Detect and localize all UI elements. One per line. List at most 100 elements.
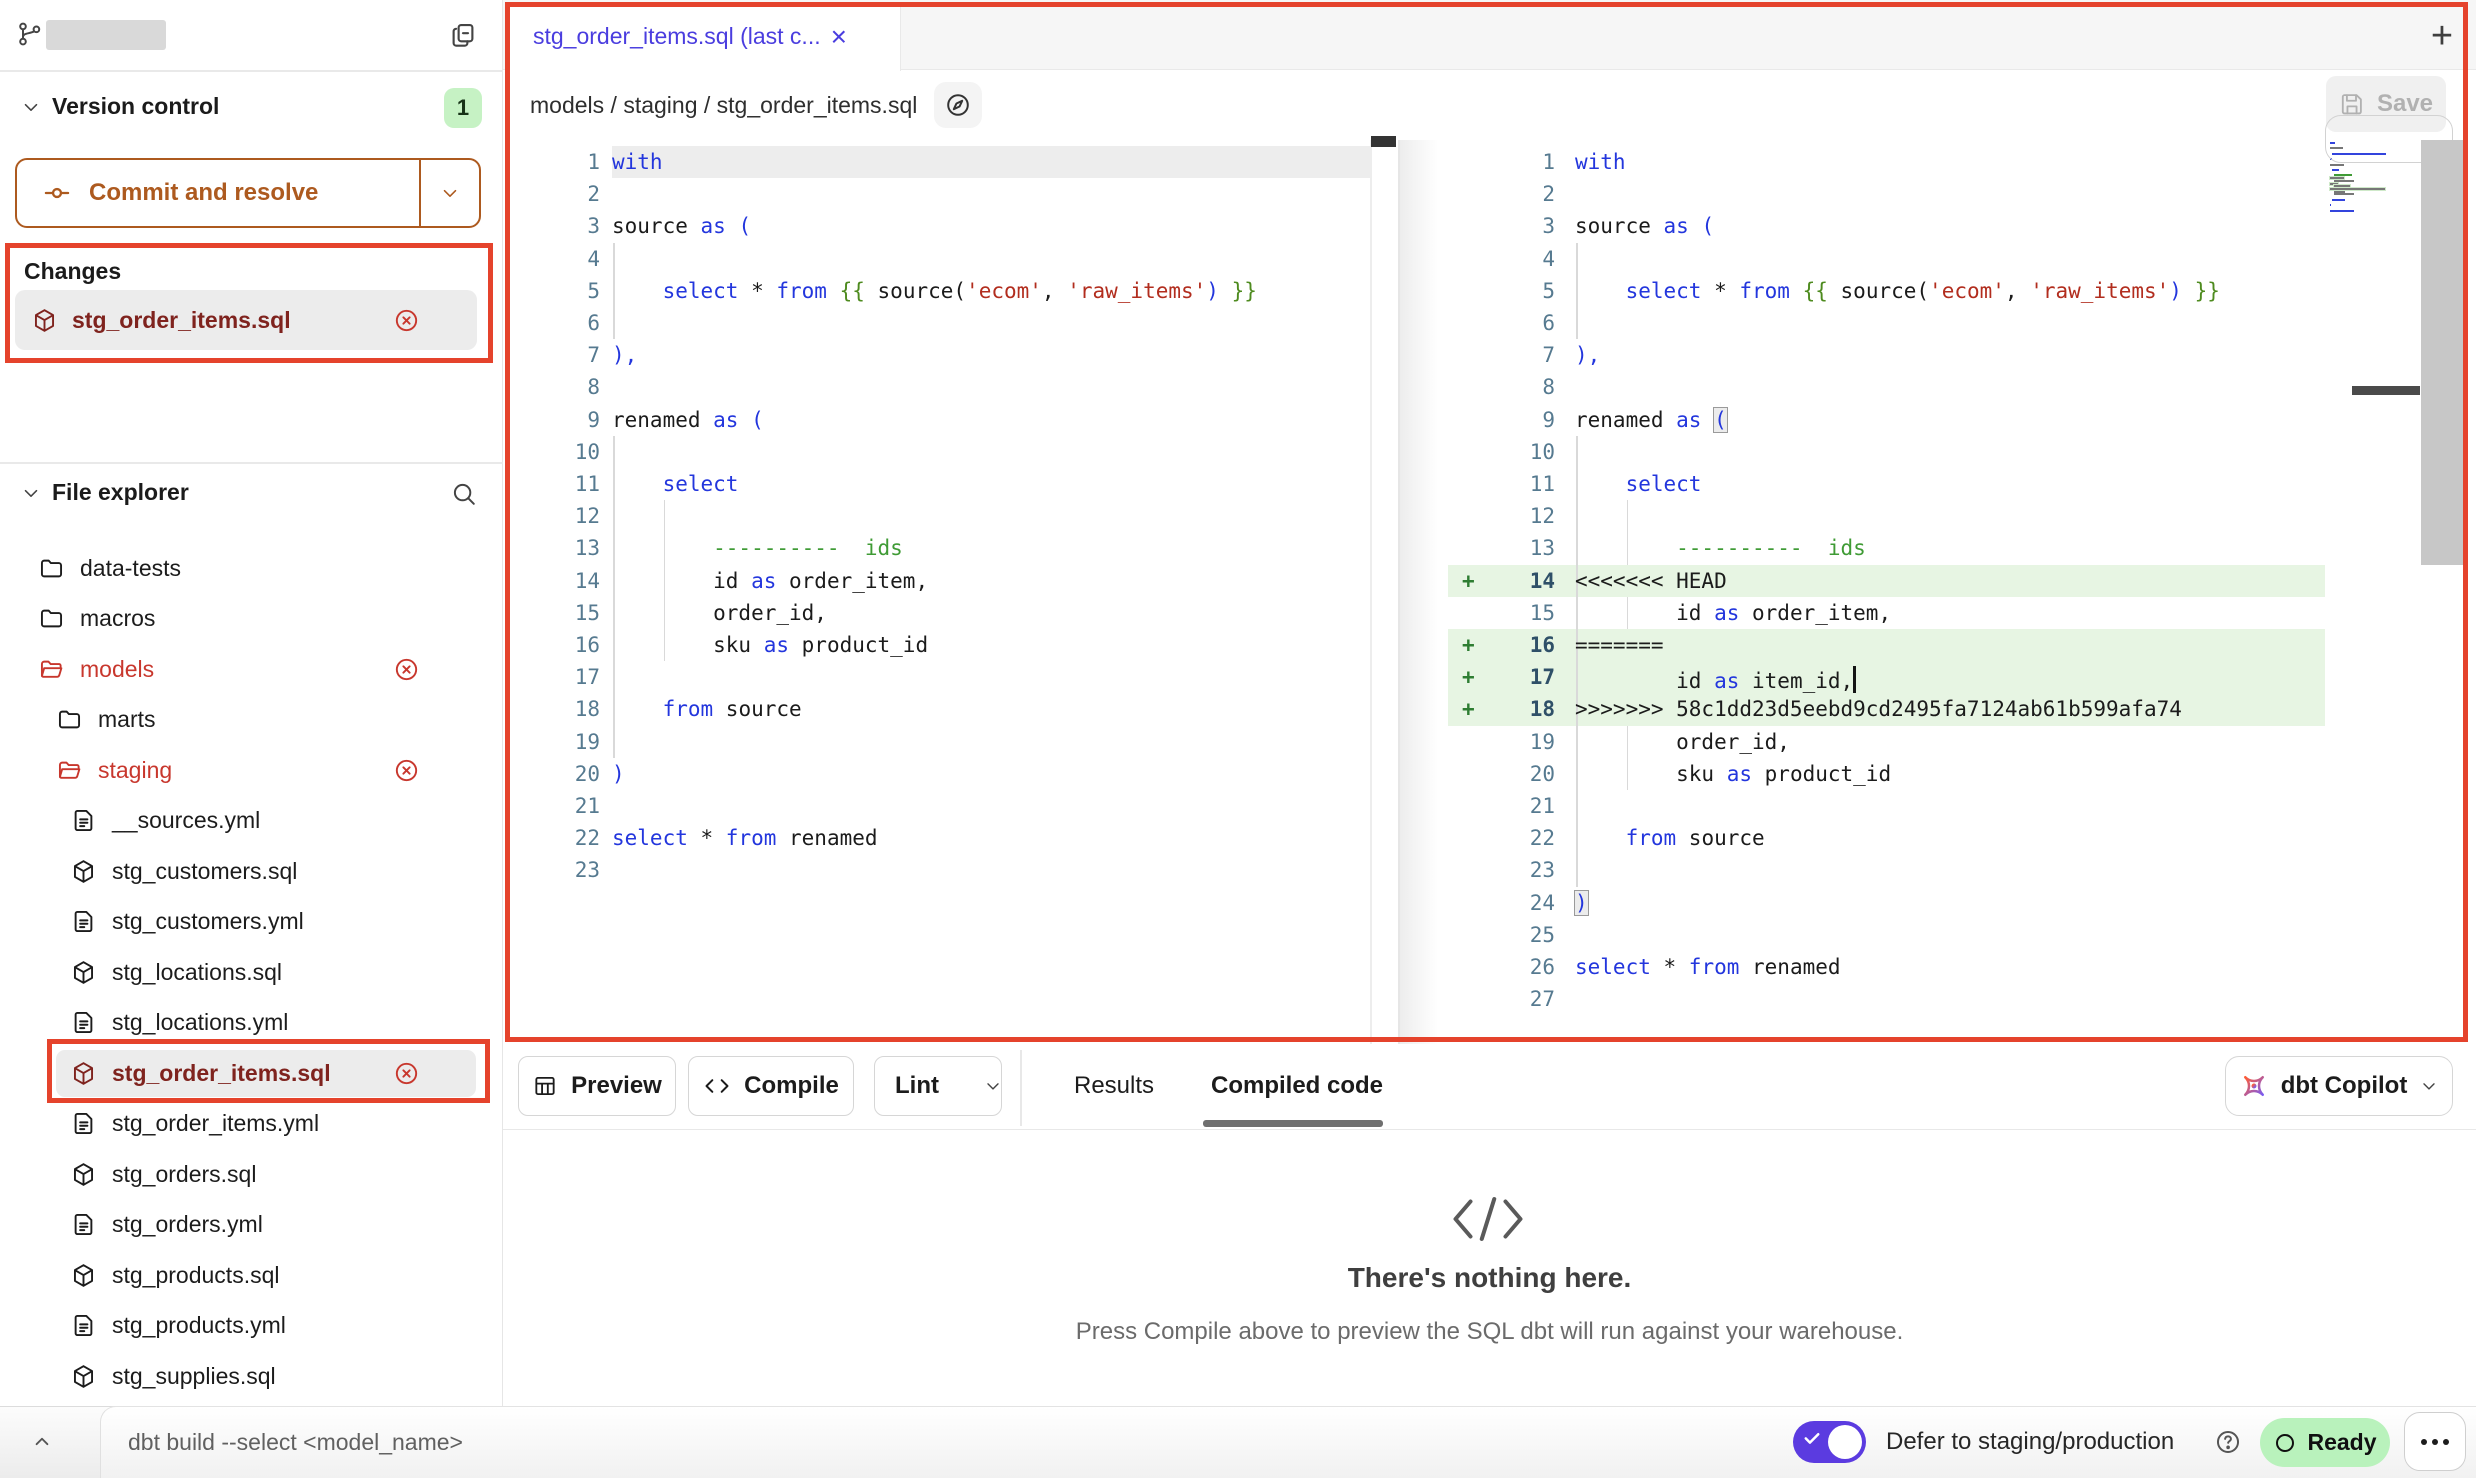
code-line[interactable]: 7), [505, 339, 1370, 371]
branch-name-placeholder[interactable] [46, 20, 166, 50]
left-pane-scrollbar-thumb[interactable] [1371, 136, 1396, 147]
overflow-menu-button[interactable] [2404, 1412, 2466, 1471]
code-line[interactable]: 5 select * from {{ source('ecom', 'raw_i… [1448, 275, 2325, 307]
commit-dropdown-button[interactable] [421, 182, 479, 204]
chevron-down-icon[interactable] [20, 96, 42, 118]
code-line[interactable]: +18>>>>>>> 58c1dd23d5eebd9cd2495fa7124ab… [1448, 693, 2325, 725]
code-line[interactable]: 20) [505, 758, 1370, 790]
file-explorer-item-stg-order-items-yml[interactable]: stg_order_items.yml [0, 1099, 503, 1150]
code-line[interactable]: 2 [505, 178, 1370, 210]
code-line[interactable]: +16======= [1448, 629, 2325, 661]
left-pane-scrollbar-track[interactable] [1370, 140, 1372, 1044]
command-input[interactable]: dbt build --select <model_name> [128, 1406, 463, 1478]
defer-toggle[interactable] [1793, 1421, 1866, 1463]
tab-results[interactable]: Results [1074, 1056, 1154, 1116]
file-explorer-item-stg-products-yml[interactable]: stg_products.yml [0, 1301, 503, 1352]
file-explorer-item-stg-orders-sql[interactable]: stg_orders.sql [0, 1149, 503, 1200]
code-line[interactable]: 8 [1448, 371, 2325, 403]
code-line[interactable]: 24) [1448, 887, 2325, 919]
discard-change-icon[interactable] [393, 307, 420, 334]
code-line[interactable]: 11 select [505, 468, 1370, 500]
discard-change-icon[interactable] [393, 1060, 420, 1087]
commit-and-resolve-button[interactable]: Commit and resolve [15, 158, 481, 228]
file-explorer-item-macros[interactable]: macros [0, 594, 503, 645]
file-explorer-item--sources-yml[interactable]: __sources.yml [0, 796, 503, 847]
discard-change-icon[interactable] [393, 656, 420, 683]
code-line[interactable]: 9renamed as ( [1448, 404, 2325, 436]
code-line[interactable]: 2 [1448, 178, 2325, 210]
file-explorer-item-stg-orders-yml[interactable]: stg_orders.yml [0, 1200, 503, 1251]
code-line[interactable]: 15 order_id, [505, 597, 1370, 629]
code-line[interactable]: 15 id as order_item, [1448, 597, 2325, 629]
dbt-copilot-button[interactable]: dbt Copilot [2225, 1056, 2453, 1116]
code-line[interactable]: 23 [505, 854, 1370, 886]
file-explorer-item-data-tests[interactable]: data-tests [0, 543, 503, 594]
code-line[interactable]: 9renamed as ( [505, 404, 1370, 436]
code-line[interactable]: +14<<<<<<< HEAD [1448, 565, 2325, 597]
code-line[interactable]: 23 [1448, 854, 2325, 886]
code-line[interactable]: 14 id as order_item, [505, 565, 1370, 597]
code-line[interactable]: 5 select * from {{ source('ecom', 'raw_i… [505, 275, 1370, 307]
code-line[interactable]: 26select * from renamed [1448, 951, 2325, 983]
code-line[interactable]: 18 from source [505, 693, 1370, 725]
code-line[interactable]: 3source as ( [1448, 210, 2325, 242]
copy-icon[interactable] [448, 20, 478, 50]
code-line[interactable]: 4 [1448, 243, 2325, 275]
code-line[interactable]: 1with [505, 146, 1370, 178]
code-line[interactable]: 13 ---------- ids [1448, 532, 2325, 564]
file-explorer-item-stg-customers-yml[interactable]: stg_customers.yml [0, 897, 503, 948]
chevron-down-icon[interactable] [20, 482, 42, 504]
code-line[interactable]: 22 from source [1448, 822, 2325, 854]
changed-file-row[interactable]: stg_order_items.sql [15, 290, 477, 350]
code-line[interactable]: 6 [1448, 307, 2325, 339]
lineage-compass-button[interactable] [934, 82, 982, 128]
editor-pane-current[interactable]: 1with23source as (45 select * from {{ so… [1448, 140, 2325, 1044]
file-explorer-item-stg-customers-sql[interactable]: stg_customers.sql [0, 846, 503, 897]
code-line[interactable]: 10 [505, 436, 1370, 468]
file-explorer-item-models[interactable]: models [0, 644, 503, 695]
tab-close-icon[interactable]: × [831, 23, 847, 51]
code-line[interactable]: 21 [505, 790, 1370, 822]
code-line[interactable]: 17 [505, 661, 1370, 693]
file-explorer-item-stg-supplies-sql[interactable]: stg_supplies.sql [0, 1351, 503, 1402]
file-explorer-item-stg-products-sql[interactable]: stg_products.sql [0, 1250, 503, 1301]
code-line[interactable]: 12 [505, 500, 1370, 532]
tab-compiled-code[interactable]: Compiled code [1211, 1056, 1383, 1116]
code-line[interactable]: 1with [1448, 146, 2325, 178]
code-line[interactable]: 11 select [1448, 468, 2325, 500]
code-line[interactable]: 4 [505, 243, 1370, 275]
preview-button[interactable]: Preview [518, 1056, 676, 1116]
search-icon[interactable] [450, 480, 478, 508]
file-explorer-item-marts[interactable]: marts [0, 695, 503, 746]
code-line[interactable]: 16 sku as product_id [505, 629, 1370, 661]
code-line[interactable]: 19 order_id, [1448, 726, 2325, 758]
editor-pane-original[interactable]: 1with23source as (45 select * from {{ so… [505, 140, 1370, 1044]
code-line[interactable]: 27 [1448, 983, 2325, 1015]
code-line[interactable]: 12 [1448, 500, 2325, 532]
help-icon[interactable] [2214, 1428, 2242, 1456]
code-line[interactable]: 10 [1448, 436, 2325, 468]
code-line[interactable]: 6 [505, 307, 1370, 339]
code-line[interactable]: 21 [1448, 790, 2325, 822]
chevron-up-icon[interactable] [24, 1424, 60, 1460]
code-line[interactable]: 22select * from renamed [505, 822, 1370, 854]
tab-stg-order-items[interactable]: stg_order_items.sql (last c... × [505, 2, 901, 71]
file-explorer-item-stg-order-items-sql[interactable]: stg_order_items.sql [0, 1048, 503, 1099]
code-line[interactable]: 20 sku as product_id [1448, 758, 2325, 790]
right-pane-scrollbar-thumb[interactable] [2421, 140, 2468, 565]
code-line[interactable]: 7), [1448, 339, 2325, 371]
code-line[interactable]: 19 [505, 726, 1370, 758]
code-line[interactable]: 3source as ( [505, 210, 1370, 242]
code-line[interactable]: 25 [1448, 919, 2325, 951]
code-line[interactable]: +17 id as item_id, [1448, 661, 2325, 693]
code-line[interactable]: 13 ---------- ids [505, 532, 1370, 564]
file-explorer-item-stg-locations-yml[interactable]: stg_locations.yml [0, 998, 503, 1049]
lint-button[interactable]: Lint [874, 1056, 1002, 1116]
file-explorer-item-staging[interactable]: staging [0, 745, 503, 796]
new-tab-button[interactable]: + [2420, 14, 2464, 58]
discard-change-icon[interactable] [393, 757, 420, 784]
code-line[interactable]: 8 [505, 371, 1370, 403]
lint-dropdown-button[interactable] [983, 1076, 1003, 1096]
file-explorer-item-stg-locations-sql[interactable]: stg_locations.sql [0, 947, 503, 998]
compile-button[interactable]: Compile [688, 1056, 854, 1116]
